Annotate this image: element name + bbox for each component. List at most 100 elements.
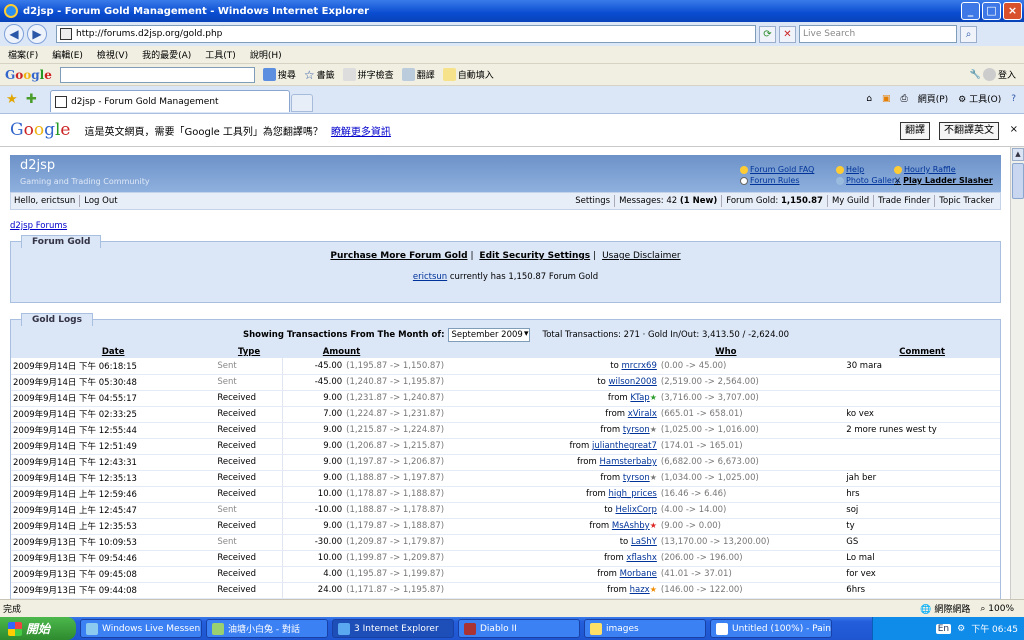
- log-user-link[interactable]: LaShY: [631, 537, 657, 547]
- log-user-link[interactable]: mrcrx69: [622, 361, 657, 371]
- print-icon[interactable]: ⎙: [901, 94, 908, 104]
- log-user-link[interactable]: julianthegreat7: [592, 441, 657, 451]
- refresh-button[interactable]: ⟳: [759, 25, 776, 43]
- log-balance-range: (1,206.87 -> 1,215.87): [344, 438, 568, 455]
- task-diablo[interactable]: Diablo II: [458, 619, 580, 638]
- add-favorite-icon[interactable]: ✚: [26, 92, 37, 107]
- language-indicator[interactable]: En: [935, 623, 952, 634]
- tray-icon[interactable]: ⚙: [957, 624, 965, 634]
- log-user-range: (9.00 -> 0.00): [658, 518, 845, 535]
- tools-menu[interactable]: ⚙ 工具(O): [958, 92, 1001, 105]
- menu-edit[interactable]: 編輯(E): [52, 48, 83, 61]
- log-user-link[interactable]: xflashx: [626, 553, 656, 563]
- menu-help[interactable]: 說明(H): [250, 48, 282, 61]
- month-select[interactable]: September 2009: [448, 328, 531, 342]
- zoom-level[interactable]: ⌕ 100%: [980, 604, 1014, 614]
- autofill-button[interactable]: 自動填入: [442, 68, 494, 81]
- my-guild-link[interactable]: My Guild: [832, 196, 869, 206]
- ladder-slasher-link[interactable]: ⚔ Play Ladder Slasher: [894, 175, 993, 186]
- home-icon[interactable]: ⌂: [866, 94, 872, 104]
- menu-favorites[interactable]: 我的最愛(A): [142, 48, 191, 61]
- log-user-link[interactable]: Morbane: [620, 569, 657, 579]
- col-who[interactable]: Who: [567, 346, 845, 358]
- settings-link[interactable]: Settings: [575, 196, 610, 206]
- log-user-link[interactable]: xViralx: [628, 409, 657, 419]
- rules-icon: [740, 176, 748, 185]
- start-button[interactable]: 開始: [0, 617, 76, 640]
- bookmarks-button[interactable]: ☆ 書籤: [304, 68, 335, 82]
- menu-file[interactable]: 檔案(F): [8, 48, 38, 61]
- task-paint[interactable]: Untitled (100%) - Pain...: [710, 619, 832, 638]
- log-type: Received: [215, 406, 283, 423]
- task-images[interactable]: images: [584, 619, 706, 638]
- site-brand[interactable]: d2jsp: [20, 158, 55, 173]
- log-user-link[interactable]: tyrson: [623, 425, 650, 435]
- page-menu[interactable]: 網頁(P): [918, 92, 948, 105]
- vertical-scrollbar[interactable]: ▲: [1010, 147, 1024, 599]
- purchase-gold-link[interactable]: Purchase More Forum Gold: [330, 251, 467, 261]
- login-button[interactable]: 🔧 登入: [970, 68, 1016, 81]
- breadcrumb[interactable]: d2jsp Forums: [10, 221, 67, 231]
- live-search-input[interactable]: Live Search: [799, 25, 957, 43]
- trade-finder-link[interactable]: Trade Finder: [878, 196, 930, 206]
- back-button[interactable]: ◀: [4, 24, 24, 44]
- usage-disclaimer-link[interactable]: Usage Disclaimer: [602, 251, 681, 261]
- log-comment: 2 more runes west ty: [844, 422, 1000, 439]
- translate-button[interactable]: 翻譯: [900, 122, 930, 140]
- maximize-button[interactable]: □: [982, 2, 1001, 20]
- log-user-link[interactable]: MsAshby: [612, 521, 650, 531]
- topic-tracker-link[interactable]: Topic Tracker: [939, 196, 994, 206]
- log-user-link[interactable]: tyrson: [623, 473, 650, 483]
- address-input[interactable]: http://forums.d2jsp.org/gold.php: [56, 25, 756, 43]
- favorites-star-icon[interactable]: ★: [6, 92, 18, 107]
- forum-rules-link[interactable]: Forum Rules: [740, 175, 814, 186]
- photo-gallery-link[interactable]: Photo Gallery: [836, 175, 900, 186]
- tab-d2jsp[interactable]: d2jsp - Forum Gold Management: [50, 90, 290, 112]
- menu-tools[interactable]: 工具(T): [205, 48, 236, 61]
- google-search-input[interactable]: [59, 66, 255, 83]
- gold-faq-link[interactable]: Forum Gold FAQ: [740, 164, 814, 175]
- learn-more-link[interactable]: 瞭解更多資訊: [331, 123, 391, 138]
- log-date: 2009年9月13日 下午 09:54:46: [11, 550, 216, 567]
- log-date: 2009年9月14日 下午 12:35:13: [11, 470, 216, 487]
- no-translate-button[interactable]: 不翻譯英文: [939, 122, 999, 140]
- close-button[interactable]: ×: [1003, 2, 1022, 20]
- forward-button[interactable]: ▶: [27, 24, 47, 44]
- close-icon[interactable]: ×: [1010, 124, 1018, 135]
- log-user-link[interactable]: Hamsterbaby: [599, 457, 656, 467]
- logout-link[interactable]: Log Out: [84, 196, 117, 206]
- spellcheck-button[interactable]: 拼字檢查: [342, 68, 394, 81]
- log-user-link[interactable]: hazx: [630, 585, 650, 595]
- col-type[interactable]: Type: [215, 346, 283, 358]
- task-chat[interactable]: 油塘小白兔 - 對話: [206, 619, 328, 638]
- new-tab-button[interactable]: [291, 94, 313, 112]
- edit-security-link[interactable]: Edit Security Settings: [479, 251, 590, 261]
- col-amount[interactable]: Amount: [282, 346, 568, 358]
- google-search-button[interactable]: 搜尋: [262, 68, 296, 81]
- scrollbar-thumb[interactable]: [1012, 163, 1024, 199]
- task-internet-explorer[interactable]: 3 Internet Explorer: [332, 619, 454, 638]
- stop-button[interactable]: ✕: [779, 25, 796, 43]
- log-direction: from: [607, 393, 628, 403]
- scroll-up-arrow-icon[interactable]: ▲: [1012, 148, 1024, 161]
- help-link[interactable]: Help: [836, 164, 900, 175]
- hourly-raffle-link[interactable]: Hourly Raffle: [894, 164, 993, 175]
- help-icon[interactable]: ?: [1011, 94, 1016, 104]
- log-user-link[interactable]: KTap: [630, 393, 649, 403]
- log-user-link[interactable]: high_prices: [609, 489, 657, 499]
- minimize-button[interactable]: _: [961, 2, 980, 20]
- col-comment[interactable]: Comment: [844, 346, 1000, 358]
- table-row: 2009年9月13日 下午 09:54:46 Received 10.00 (1,19…: [11, 550, 1000, 567]
- forum-gold-summary[interactable]: Forum Gold: 1,150.87: [726, 196, 823, 206]
- translate-toolbar-button[interactable]: 翻譯: [401, 68, 435, 81]
- log-user-link[interactable]: wilson2008: [609, 377, 657, 387]
- gold-user-link[interactable]: erictsun: [413, 272, 447, 282]
- task-messenger[interactable]: Windows Live Messen...: [80, 619, 202, 638]
- search-icon[interactable]: ⌕: [960, 25, 977, 43]
- feeds-icon[interactable]: ▣: [882, 94, 891, 104]
- col-date[interactable]: Date: [11, 346, 216, 358]
- menu-view[interactable]: 檢視(V): [97, 48, 128, 61]
- messages-link[interactable]: Messages: 42 (1 New): [619, 196, 717, 206]
- log-user-link[interactable]: HelixCorp: [615, 505, 656, 515]
- log-who: from high_prices: [567, 486, 659, 503]
